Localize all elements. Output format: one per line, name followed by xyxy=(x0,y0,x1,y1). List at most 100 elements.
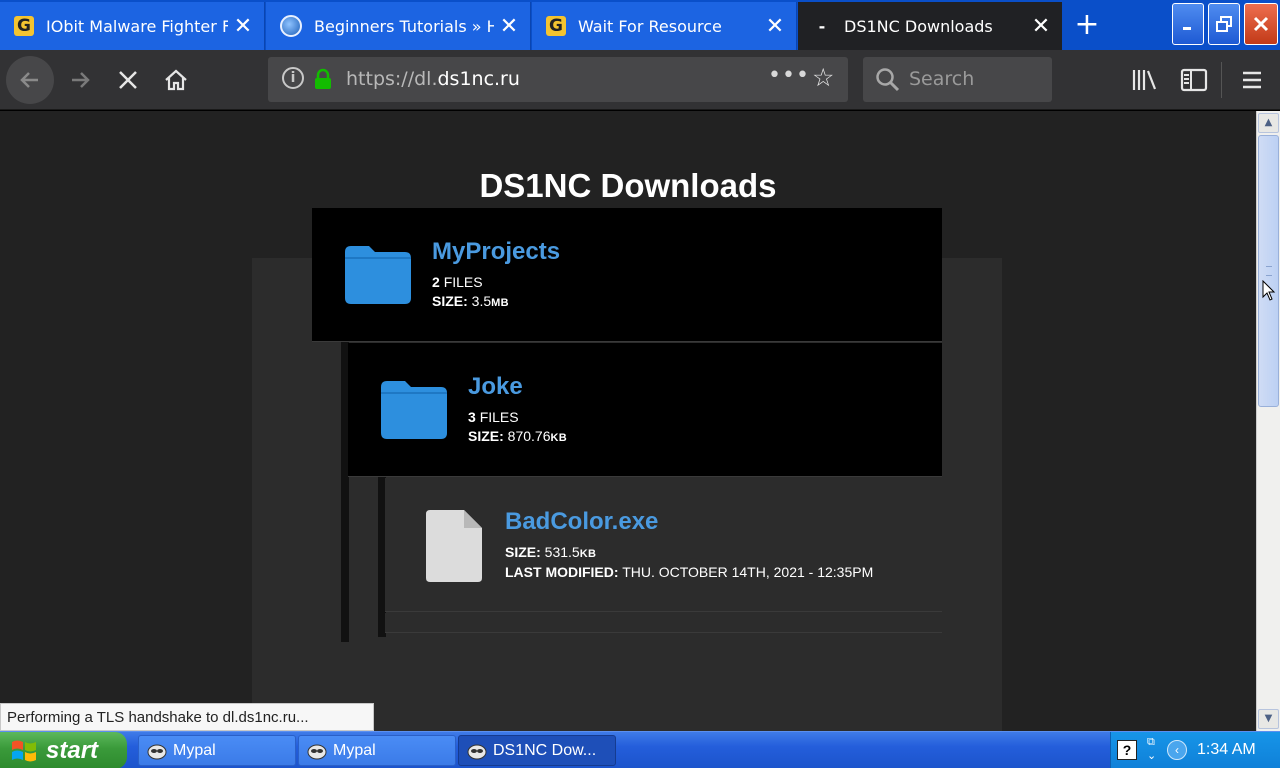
toolbar-separator xyxy=(1221,62,1222,98)
search-icon xyxy=(876,68,900,92)
navigation-toolbar: i https://dl.ds1nc.ru ••• ☆ Search xyxy=(0,50,1280,110)
taskbar-item-mypal[interactable]: Mypal xyxy=(138,735,296,766)
close-window-button[interactable] xyxy=(1244,3,1278,45)
restore-button[interactable] xyxy=(1208,3,1240,45)
url-bar[interactable]: i https://dl.ds1nc.ru ••• ☆ xyxy=(268,57,848,102)
close-tab-icon[interactable]: ✕ xyxy=(1026,14,1056,39)
tab-iobit[interactable]: G IObit Malware Fighter F ✕ xyxy=(0,2,265,50)
tab-title: IObit Malware Fighter F xyxy=(46,16,228,36)
minimize-button[interactable] xyxy=(1172,3,1204,45)
size-label: SIZE: xyxy=(468,428,504,444)
back-button[interactable] xyxy=(6,56,54,104)
lock-icon xyxy=(315,68,331,89)
windows-flag-icon xyxy=(12,740,36,761)
mouse-cursor-icon xyxy=(1262,280,1276,301)
help-icon[interactable]: ? xyxy=(1117,740,1137,760)
vertical-scrollbar[interactable]: ▲ ▼ xyxy=(1256,111,1280,731)
taskbar-item-mypal[interactable]: Mypal xyxy=(298,735,456,766)
folder-row-myprojects[interactable]: MyProjects 2 FILES SIZE: 3.5MB xyxy=(312,208,942,342)
size-label: SIZE: xyxy=(505,544,541,560)
folder-name[interactable]: Joke xyxy=(468,373,523,401)
folder-size: SIZE: 870.76KB xyxy=(468,428,567,444)
loading-dash-icon: - xyxy=(818,16,826,36)
file-count-value: 2 xyxy=(432,274,440,290)
taskbar: start Mypal Mypal DS1NC Dow... ? ⧉ ⌄ ‹ 1:… xyxy=(0,731,1280,768)
taskbar-item-label: DS1NC Dow... xyxy=(493,741,597,759)
mypal-app-icon xyxy=(307,744,327,759)
status-text: Performing a TLS handshake to dl.ds1nc.r… xyxy=(0,703,374,731)
bookmark-star-icon[interactable]: ☆ xyxy=(812,63,834,92)
file-icon xyxy=(426,510,482,582)
home-button[interactable] xyxy=(152,56,200,104)
taskbar-item-ds1nc[interactable]: DS1NC Dow... xyxy=(458,735,616,766)
info-icon[interactable]: i xyxy=(282,67,304,89)
page-title: DS1NC Downloads xyxy=(479,167,777,204)
tab-title: Beginners Tutorials » H xyxy=(314,16,494,36)
minimize-icon xyxy=(1183,27,1191,30)
size-value: 3.5 xyxy=(471,293,492,309)
size-unit: KB xyxy=(550,432,567,444)
start-label: start xyxy=(46,736,99,764)
folder-icon xyxy=(381,381,447,439)
globe-icon xyxy=(280,15,302,37)
file-row-badcolor[interactable]: BadColor.exe SIZE: 531.5KB LAST MODIFIED… xyxy=(385,478,942,612)
chevron-left-icon[interactable]: ‹ xyxy=(1167,740,1187,760)
clock[interactable]: 1:34 AM xyxy=(1197,741,1256,759)
taskbar-item-label: Mypal xyxy=(333,741,376,759)
modified-value: THU. OCTOBER 14TH, 2021 - 12:35PM xyxy=(622,564,874,580)
modified-label: LAST MODIFIED: xyxy=(505,564,619,580)
size-value: 531.5 xyxy=(544,544,580,560)
system-tray: ? ⧉ ⌄ ‹ 1:34 AM xyxy=(1110,732,1280,768)
network-icon[interactable]: ⧉ ⌄ xyxy=(1147,736,1156,762)
tab-title: Wait For Resource xyxy=(578,16,722,36)
stop-x-icon xyxy=(119,71,137,89)
tab-wait-resource[interactable]: G Wait For Resource ✕ xyxy=(532,2,797,50)
close-tab-icon[interactable]: ✕ xyxy=(760,14,790,39)
library-icon[interactable] xyxy=(1128,64,1160,96)
scroll-grip xyxy=(1266,266,1272,276)
size-unit: MB xyxy=(491,297,509,309)
folder-icon xyxy=(345,246,411,304)
forward-button[interactable] xyxy=(56,56,104,104)
folder-size: SIZE: 3.5MB xyxy=(432,293,509,309)
file-count-label: FILES xyxy=(443,274,483,290)
arrow-right-icon xyxy=(72,72,90,88)
restore-icon xyxy=(1216,16,1232,32)
url-text[interactable]: https://dl.ds1nc.ru xyxy=(346,68,520,90)
page-actions-icon[interactable]: ••• xyxy=(768,63,810,88)
search-placeholder: Search xyxy=(909,68,975,90)
close-tab-icon[interactable]: ✕ xyxy=(228,14,258,39)
close-tab-icon[interactable]: ✕ xyxy=(494,14,524,39)
file-count-label: FILES xyxy=(479,409,519,425)
new-tab-button[interactable]: + xyxy=(1068,6,1106,44)
file-size: SIZE: 531.5KB xyxy=(505,544,596,560)
start-button[interactable]: start xyxy=(0,732,127,768)
size-value: 870.76 xyxy=(507,428,551,444)
arrow-left-icon xyxy=(20,72,38,88)
file-name[interactable]: BadColor.exe xyxy=(505,508,658,536)
scroll-up-button[interactable]: ▲ xyxy=(1258,113,1279,133)
stop-button[interactable] xyxy=(104,56,152,104)
home-icon xyxy=(165,69,187,91)
last-modified: LAST MODIFIED: THU. OCTOBER 14TH, 2021 -… xyxy=(505,564,873,580)
folder-row-joke[interactable]: Joke 3 FILES SIZE: 870.76KB xyxy=(348,343,942,477)
file-count: 3 FILES xyxy=(468,409,519,425)
mypal-app-icon xyxy=(467,744,487,759)
size-label: SIZE: xyxy=(432,293,468,309)
tab-title: DS1NC Downloads xyxy=(844,16,993,36)
sidebar-icon[interactable] xyxy=(1178,64,1210,96)
scroll-thumb[interactable] xyxy=(1258,135,1279,407)
close-icon xyxy=(1253,16,1269,32)
scroll-down-button[interactable]: ▼ xyxy=(1258,709,1279,729)
g-letter-icon: G xyxy=(14,16,34,36)
file-count: 2 FILES xyxy=(432,274,483,290)
hamburger-menu-icon[interactable] xyxy=(1236,64,1268,96)
url-prefix: https://dl. xyxy=(346,68,438,90)
tab-ds1nc[interactable]: - DS1NC Downloads ✕ xyxy=(798,2,1062,50)
tab-beginners[interactable]: Beginners Tutorials » H ✕ xyxy=(266,2,531,50)
mypal-app-icon xyxy=(147,744,167,759)
taskbar-item-label: Mypal xyxy=(173,741,216,759)
search-input[interactable]: Search xyxy=(863,57,1052,102)
folder-name[interactable]: MyProjects xyxy=(432,238,560,266)
url-domain: ds1nc.ru xyxy=(437,68,520,90)
